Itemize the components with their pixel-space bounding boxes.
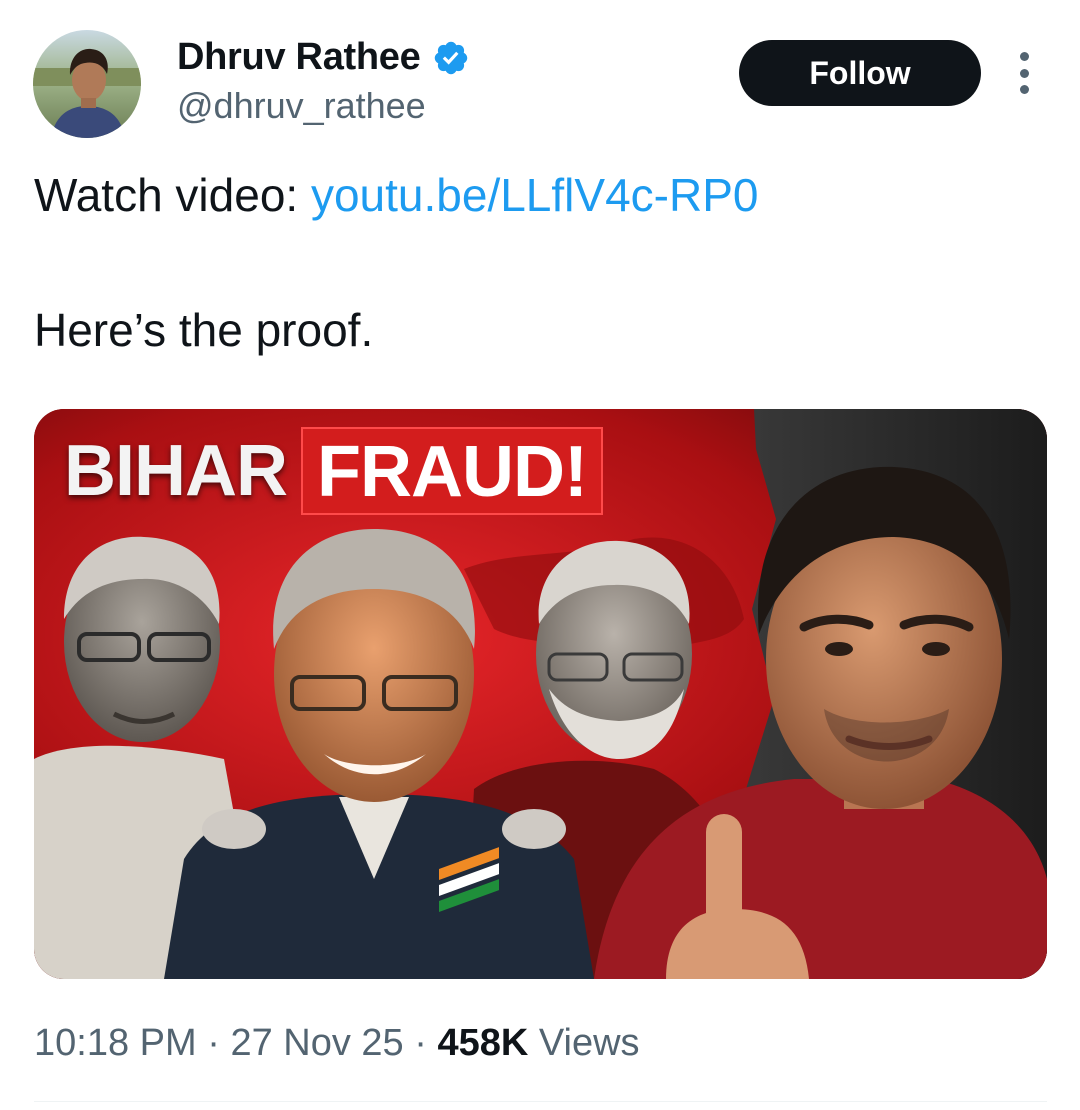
author-name-row: Dhruv Rathee — [177, 36, 470, 79]
verified-badge-icon — [432, 39, 470, 77]
views-label: Views — [528, 1022, 640, 1064]
divider — [34, 1101, 1047, 1102]
tweet-time[interactable]: 10:18 PM — [34, 1022, 197, 1064]
tweet-text-line-1: Watch video: youtu.be/LLflV4c-RP0 — [34, 168, 758, 222]
more-vertical-icon[interactable] — [1012, 52, 1036, 94]
tweet: Dhruv Rathee @dhruv_rathee Follow Watch … — [0, 0, 1080, 1110]
meta-separator: · — [196, 1022, 231, 1064]
thumbnail-title: BIHAR FRAUD! — [64, 427, 603, 515]
tweet-text-line-2: Here’s the proof. — [34, 304, 374, 356]
video-link[interactable]: youtu.be/LLflV4c-RP0 — [311, 169, 759, 221]
views-count[interactable]: 458K — [437, 1022, 528, 1064]
follow-button[interactable]: Follow — [739, 40, 981, 106]
video-thumbnail[interactable]: BIHAR FRAUD! — [34, 409, 1047, 979]
thumbnail-title-word1: BIHAR — [64, 431, 288, 511]
watch-video-label: Watch video: — [34, 169, 311, 221]
author-name[interactable]: Dhruv Rathee — [177, 36, 421, 79]
tweet-meta: 10:18 PM · 27 Nov 25 · 458K Views — [34, 1022, 640, 1065]
thumbnail-title-word2: FRAUD! — [301, 427, 603, 515]
author-handle[interactable]: @dhruv_rathee — [177, 85, 426, 127]
avatar[interactable] — [33, 30, 141, 138]
meta-separator: · — [403, 1022, 438, 1064]
tweet-date[interactable]: 27 Nov 25 — [230, 1022, 403, 1064]
